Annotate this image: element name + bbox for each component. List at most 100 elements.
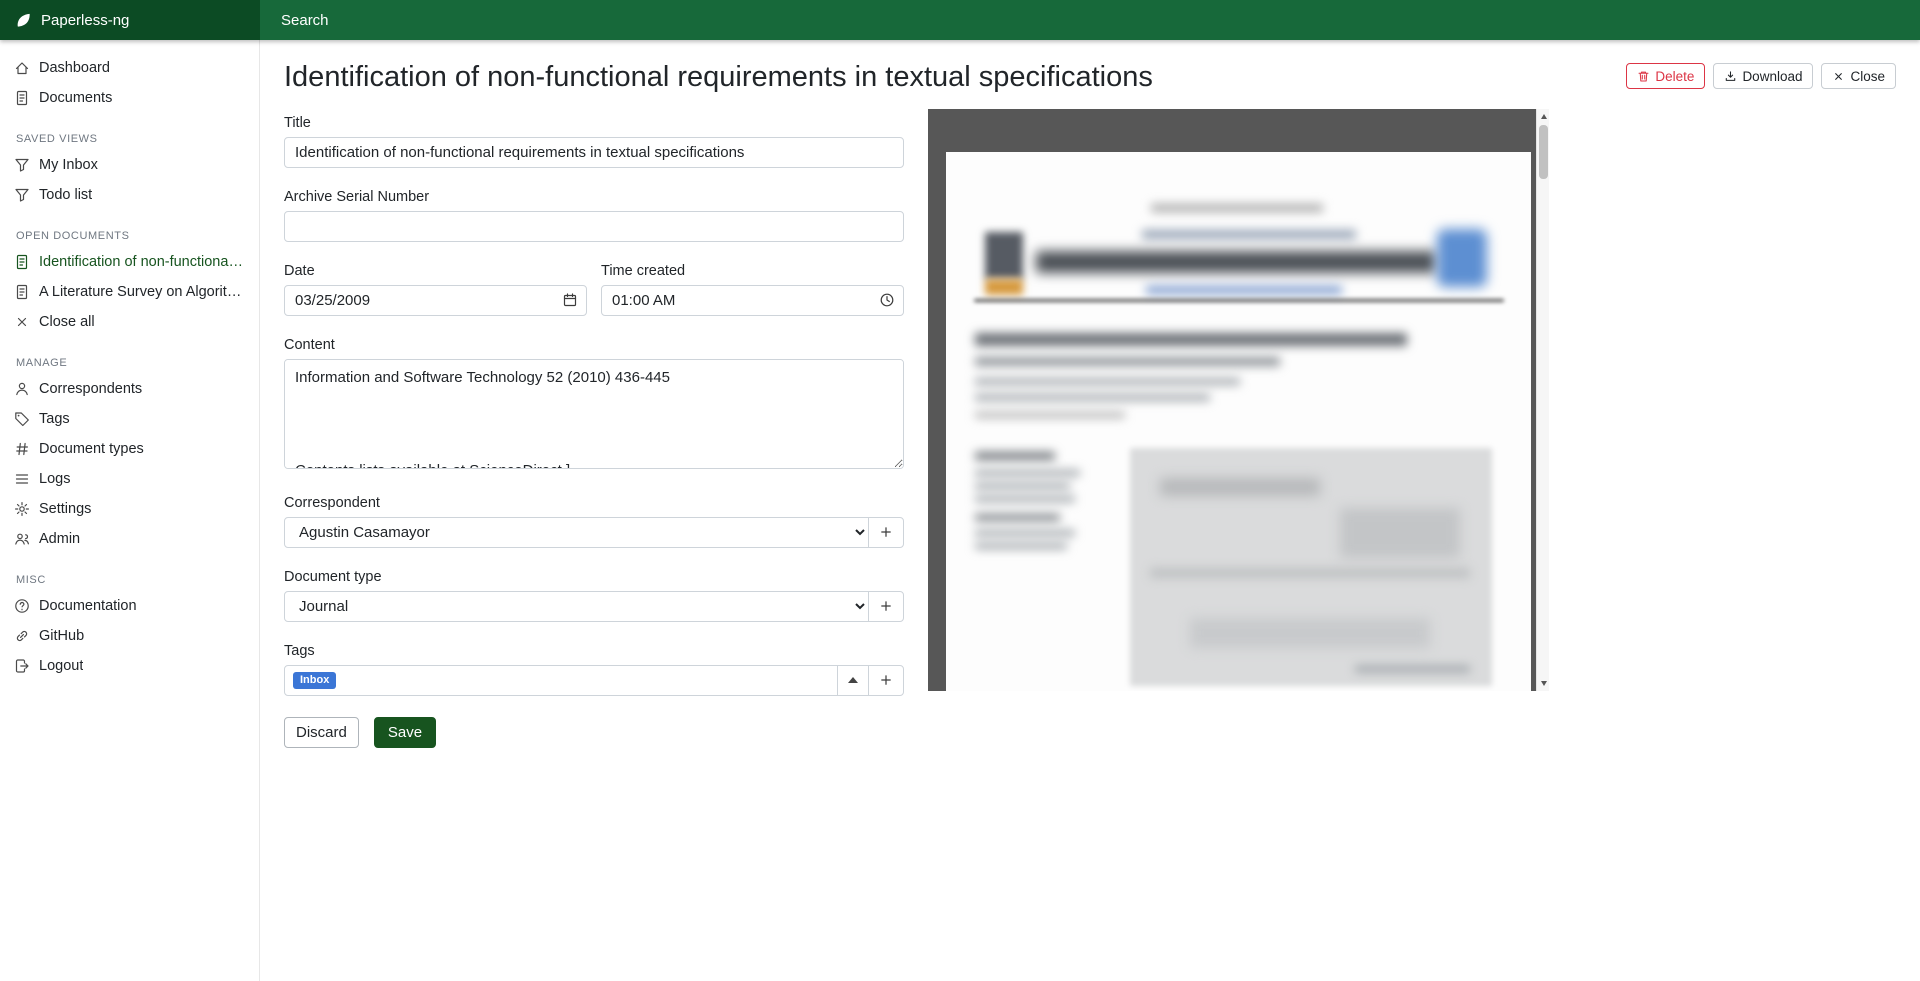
plus-icon xyxy=(879,673,893,687)
sidebar-item-github[interactable]: GitHub xyxy=(0,621,259,651)
time-created-label: Time created xyxy=(601,263,904,279)
open-document-label: Identification of non-functional require… xyxy=(39,254,245,270)
tag-badge-inbox[interactable]: Inbox xyxy=(293,672,336,689)
search-input[interactable] xyxy=(260,0,1920,40)
logout-icon xyxy=(14,658,30,674)
open-documents-header: OPEN DOCUMENTS xyxy=(0,214,259,247)
person-icon xyxy=(14,381,30,397)
sidebar-item-label: Admin xyxy=(39,531,80,547)
sidebar-item-label: Logout xyxy=(39,658,83,674)
plus-icon xyxy=(879,599,893,613)
app-brand[interactable]: Paperless-ng xyxy=(0,0,260,40)
house-icon xyxy=(14,60,30,76)
download-button[interactable]: Download xyxy=(1713,63,1813,89)
blurred-divider xyxy=(974,299,1504,302)
title-input[interactable] xyxy=(284,137,904,168)
sidebar: Dashboard Documents SAVED VIEWS My Inbox… xyxy=(0,40,260,981)
document-header: Identification of non-functional require… xyxy=(284,60,1896,95)
sidebar-item-close-all[interactable]: Close all xyxy=(0,307,259,337)
blurred-figure-detail xyxy=(1160,478,1320,496)
hash-icon xyxy=(14,441,30,457)
tags-input[interactable]: Inbox xyxy=(284,665,838,696)
top-navbar: Paperless-ng xyxy=(0,0,1920,40)
sidebar-item-admin[interactable]: Admin xyxy=(0,524,259,554)
document-type-select[interactable]: Journal xyxy=(284,591,869,622)
sidebar-open-document-2[interactable]: A Literature Survey on Algorithms for Mu… xyxy=(0,277,259,307)
tags-label: Tags xyxy=(284,643,904,659)
question-circle-icon xyxy=(14,598,30,614)
sidebar-item-label: Todo list xyxy=(39,187,92,203)
sidebar-item-label: Logs xyxy=(39,471,70,487)
sidebar-item-tags[interactable]: Tags xyxy=(0,404,259,434)
blurred-figure-detail xyxy=(1190,618,1430,648)
sidebar-item-label: Tags xyxy=(39,411,70,427)
blurred-text-line xyxy=(975,378,1240,385)
main-content: Identification of non-functional require… xyxy=(260,40,1920,981)
blurred-text-line xyxy=(1151,204,1323,212)
tag-icon xyxy=(14,411,30,427)
scrollbar-thumb[interactable] xyxy=(1539,125,1548,179)
pdf-page xyxy=(946,152,1531,691)
sidebar-item-label: GitHub xyxy=(39,628,84,644)
sidebar-item-documentation[interactable]: Documentation xyxy=(0,591,259,621)
sidebar-item-label: Documentation xyxy=(39,598,137,614)
blurred-text-line xyxy=(975,496,1075,502)
funnel-icon xyxy=(14,157,30,173)
delete-button-label: Delete xyxy=(1655,69,1694,84)
sidebar-item-settings[interactable]: Settings xyxy=(0,494,259,524)
save-button[interactable]: Save xyxy=(374,717,436,748)
blurred-paper-title xyxy=(975,333,1407,346)
close-icon xyxy=(1832,70,1845,83)
brand-name: Paperless-ng xyxy=(41,12,129,29)
page-title: Identification of non-functional require… xyxy=(284,60,1153,95)
misc-header: MISC xyxy=(0,558,259,591)
sidebar-item-logs[interactable]: Logs xyxy=(0,464,259,494)
add-tag-button[interactable] xyxy=(868,665,904,696)
sidebar-item-label: Document types xyxy=(39,441,144,457)
scrollbar-up-arrow[interactable] xyxy=(1537,109,1549,124)
date-label: Date xyxy=(284,263,587,279)
sidebar-item-label: Settings xyxy=(39,501,91,517)
time-created-input[interactable] xyxy=(601,285,904,316)
blurred-link-line xyxy=(1146,286,1342,294)
sidebar-item-label: Correspondents xyxy=(39,381,142,397)
sidebar-item-dashboard[interactable]: Dashboard xyxy=(0,53,259,83)
sidebar-item-correspondents[interactable]: Correspondents xyxy=(0,374,259,404)
tags-dropdown-toggle-button[interactable] xyxy=(837,665,869,696)
blurred-journal-title xyxy=(1036,251,1436,273)
blurred-figure-detail xyxy=(1340,508,1460,558)
list-icon xyxy=(14,471,30,487)
sidebar-item-label: Close all xyxy=(39,314,95,330)
saved-views-header: SAVED VIEWS xyxy=(0,117,259,150)
file-text-icon xyxy=(14,284,30,300)
delete-button[interactable]: Delete xyxy=(1626,63,1705,89)
blurred-sidebar-heading xyxy=(975,514,1060,521)
link-icon xyxy=(14,628,30,644)
discard-button[interactable]: Discard xyxy=(284,717,359,748)
blurred-figure-detail xyxy=(1150,568,1470,578)
sidebar-item-todo-list[interactable]: Todo list xyxy=(0,180,259,210)
preview-scrollbar[interactable] xyxy=(1536,109,1549,691)
scrollbar-down-arrow[interactable] xyxy=(1537,676,1549,691)
content-textarea[interactable]: Information and Software Technology 52 (… xyxy=(284,359,904,469)
blurred-text-line xyxy=(975,412,1125,418)
gear-icon xyxy=(14,501,30,517)
add-correspondent-button[interactable] xyxy=(868,517,904,548)
correspondent-label: Correspondent xyxy=(284,495,904,511)
add-document-type-button[interactable] xyxy=(868,591,904,622)
correspondent-select[interactable]: Agustin Casamayor xyxy=(284,517,869,548)
blurred-text-line xyxy=(975,470,1080,476)
close-button[interactable]: Close xyxy=(1821,63,1896,89)
sidebar-item-document-types[interactable]: Document types xyxy=(0,434,259,464)
pdf-preview xyxy=(928,109,1549,691)
sidebar-item-documents[interactable]: Documents xyxy=(0,83,259,113)
date-input[interactable] xyxy=(284,285,587,316)
blurred-text-line xyxy=(1355,666,1470,672)
blurred-text-line xyxy=(975,543,1067,549)
archive-serial-number-input[interactable] xyxy=(284,211,904,242)
sidebar-open-document-1[interactable]: Identification of non-functional require… xyxy=(0,247,259,277)
paperless-logo-icon xyxy=(15,12,32,29)
sidebar-item-my-inbox[interactable]: My Inbox xyxy=(0,150,259,180)
sidebar-item-logout[interactable]: Logout xyxy=(0,651,259,681)
people-icon xyxy=(14,531,30,547)
